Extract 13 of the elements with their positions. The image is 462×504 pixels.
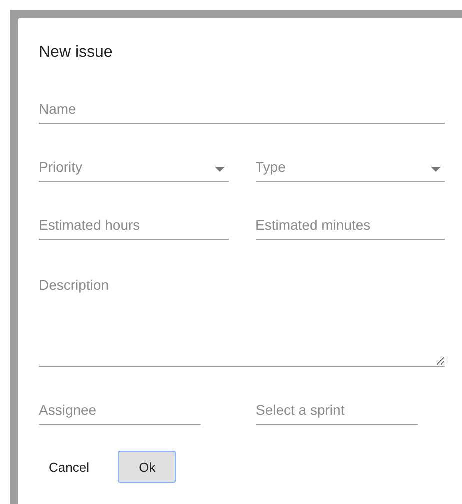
caret-icon	[214, 167, 224, 172]
input-field[interactable]: Name	[39, 97, 445, 124]
dialog-title: New issue	[39, 44, 114, 62]
caret-icon	[431, 167, 441, 172]
description-field[interactable]: Description	[39, 271, 445, 367]
input-field[interactable]: Estimated minutes	[256, 213, 445, 240]
input-field[interactable]: Estimated hours	[39, 213, 228, 240]
dropdown-field[interactable]: Type	[256, 155, 445, 182]
cancel-button[interactable]: Cancel	[32, 451, 106, 483]
dropdown-field[interactable]: Priority	[39, 155, 228, 182]
input-field[interactable]: Assignee	[39, 398, 201, 425]
input-field[interactable]: Select a sprint	[256, 398, 418, 425]
ok-button[interactable]: Ok	[118, 451, 176, 483]
